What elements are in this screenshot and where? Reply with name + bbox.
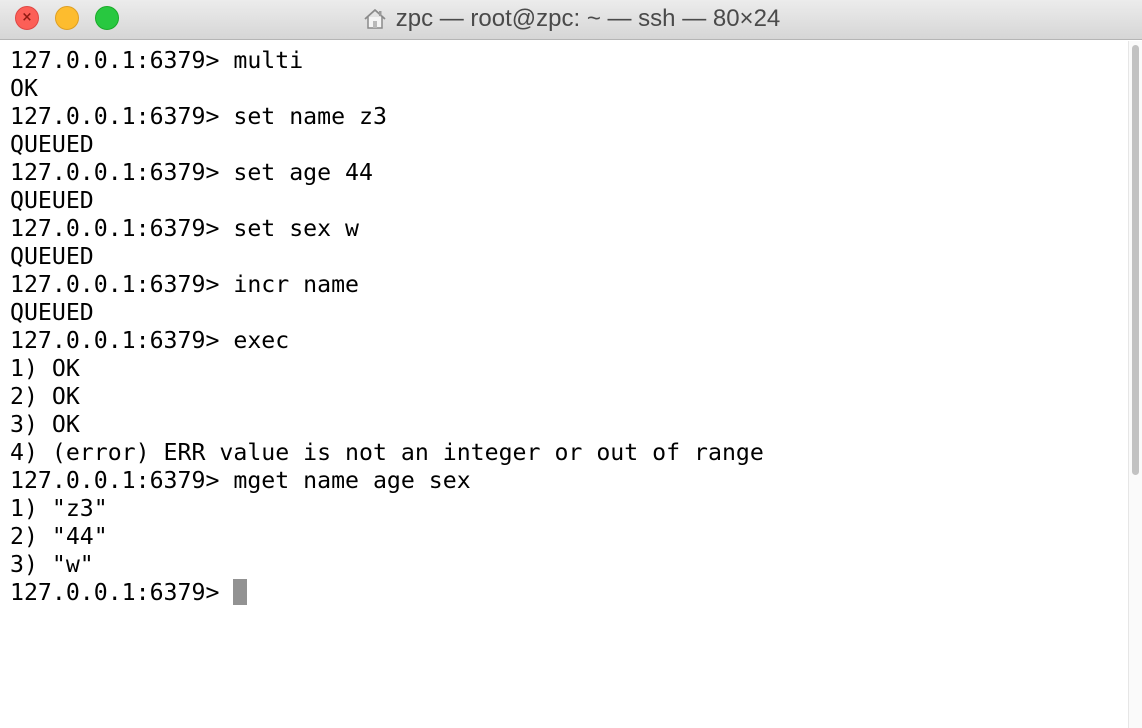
terminal-line: 127.0.0.1:6379> incr name xyxy=(10,271,360,298)
terminal-line: 127.0.0.1:6379> set sex w xyxy=(10,215,360,242)
text-cursor xyxy=(233,579,248,605)
terminal-line: 127.0.0.1:6379> set age 44 xyxy=(10,159,373,186)
terminal-output: 127.0.0.1:6379> multi OK 127.0.0.1:6379> s… xyxy=(10,47,764,607)
window-title: zpc — root@zpc: ~ — ssh — 80×24 xyxy=(395,5,781,32)
terminal-line: 1) OK xyxy=(10,355,80,382)
terminal-line: QUEUED xyxy=(10,299,94,326)
prompt-text: 127.0.0.1:6379> xyxy=(10,579,234,606)
terminal-line: 2) OK xyxy=(10,383,80,410)
terminal-line: 4) (error) ERR value is not an integer o… xyxy=(10,439,764,466)
scrollbar-thumb[interactable] xyxy=(1132,45,1139,475)
title-bar[interactable]: × zpc — root@zpc: ~ — ssh — 80×24 xyxy=(0,0,1142,40)
home-icon xyxy=(364,9,386,29)
terminal-line: 127.0.0.1:6379> exec xyxy=(10,327,290,354)
terminal-line: 2) "44" xyxy=(10,523,108,550)
terminal-content[interactable]: 127.0.0.1:6379> multi OK 127.0.0.1:6379> s… xyxy=(0,41,1128,728)
window-title-container: zpc — root@zpc: ~ — ssh — 80×24 xyxy=(0,0,1142,38)
terminal-line: QUEUED xyxy=(10,243,94,270)
terminal-line: 3) OK xyxy=(10,411,80,438)
vertical-scrollbar[interactable] xyxy=(1128,41,1142,728)
terminal-line: OK xyxy=(10,75,38,102)
terminal-line: QUEUED xyxy=(10,131,94,158)
terminal-line: 127.0.0.1:6379> mget name age sex xyxy=(10,467,471,494)
terminal-line: QUEUED xyxy=(10,187,94,214)
terminal-window: × zpc — root@zpc: ~ — ssh — 80×24 127.0.… xyxy=(0,0,1142,728)
prompt-line[interactable]: 127.0.0.1:6379> xyxy=(10,579,764,607)
terminal-line: 127.0.0.1:6379> multi xyxy=(10,47,304,74)
terminal-line: 3) "w" xyxy=(10,551,94,578)
terminal-line: 1) "z3" xyxy=(10,495,108,522)
terminal-line: 127.0.0.1:6379> set name z3 xyxy=(10,103,387,130)
